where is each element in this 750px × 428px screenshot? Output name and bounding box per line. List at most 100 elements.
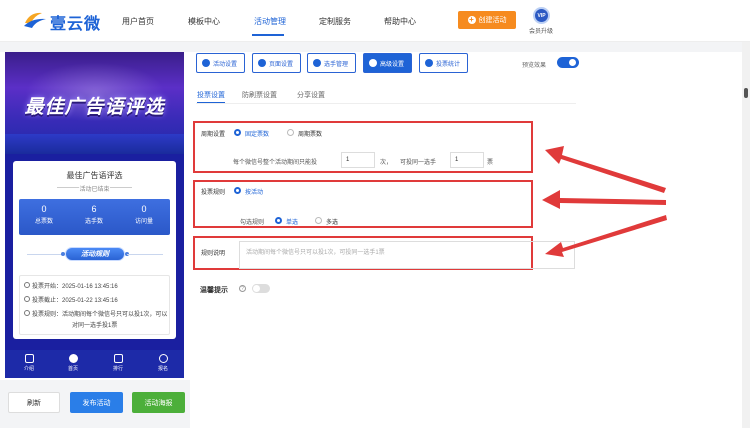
tab-signup[interactable]: 报名 — [148, 354, 178, 372]
period-unit-2: 票 — [487, 160, 494, 166]
info-end: 投票截止：2025-01-22 13:45:16 — [24, 295, 118, 304]
home-icon — [68, 354, 78, 363]
nav-activity-management[interactable]: 活动管理 — [254, 16, 286, 27]
tab-label: 排行 — [112, 366, 123, 372]
tool-label: 活动设置 — [213, 61, 238, 68]
tool-label: 高级设置 — [380, 61, 405, 68]
help-icon[interactable]: ? — [239, 285, 246, 292]
tab-home[interactable]: 首页 — [58, 354, 88, 372]
tips-label: 温馨提示 — [200, 287, 228, 294]
fixed-votes-label[interactable]: 固定票数 — [245, 129, 269, 138]
tool-label: 投票统计 — [436, 61, 461, 68]
tab-label: 介绍 — [23, 366, 34, 372]
toggle-knob — [253, 285, 260, 292]
info-rule-cont: 对同一选手投1票 — [72, 320, 117, 329]
multi-choice-label[interactable]: 多选 — [326, 217, 338, 226]
nav-templates[interactable]: 模板中心 — [188, 16, 220, 27]
activity-info-box: 投票开始：2025-01-16 13:45:16 投票截止：2025-01-22… — [19, 275, 170, 335]
status-line-right — [110, 187, 132, 188]
create-activity-label: 创建活动 — [478, 17, 507, 24]
arrow-icon — [545, 146, 666, 193]
stat-value: 6 — [91, 204, 97, 214]
tab-ranking[interactable]: 排行 — [103, 354, 133, 372]
stat-contestants: 6 选手数 — [69, 204, 119, 225]
choice-rule-label: 勾选规则 — [240, 220, 265, 226]
radio-periodic-votes[interactable] — [287, 129, 294, 136]
period-text-1: 每个微信号整个活动期间只能投 — [233, 160, 318, 166]
users-icon — [313, 59, 321, 67]
bar-chart-icon — [425, 59, 433, 67]
by-activity-label[interactable]: 按活动 — [245, 187, 263, 196]
tab-anti-fraud-settings[interactable]: 防刷票设置 — [242, 90, 277, 100]
period-unit-1: 次， — [380, 160, 393, 166]
tab-intro[interactable]: 介绍 — [14, 354, 44, 372]
activity-settings-button[interactable]: 活动设置 — [196, 53, 245, 73]
single-choice-label[interactable]: 单选 — [286, 217, 298, 226]
nav-help-center[interactable]: 帮助中心 — [384, 16, 416, 27]
nav-active-indicator — [252, 34, 284, 36]
periodic-votes-label[interactable]: 周期票数 — [298, 129, 322, 138]
advanced-settings-button[interactable]: 高级设置 — [363, 53, 412, 73]
banner-title: 最佳广告语评选 — [24, 97, 165, 118]
info-rule: 投票规则：活动期间每个微信号只可以投1次，可以 — [24, 309, 167, 318]
radio-by-activity[interactable] — [234, 187, 241, 194]
tab-share-settings[interactable]: 分享设置 — [297, 90, 325, 100]
scrollbar-thumb[interactable] — [744, 88, 748, 98]
activity-status: 活动已结束 — [79, 187, 110, 193]
stat-label: 访问量 — [134, 219, 153, 225]
stat-total-votes: 0 总票数 — [19, 204, 69, 225]
logo-icon — [24, 12, 46, 28]
page-scrollbar[interactable] — [742, 42, 750, 428]
period-label: 周期设置 — [201, 132, 226, 138]
preview-effect-label: 预览效果 — [522, 63, 547, 69]
tool-label: 选手管理 — [324, 61, 349, 68]
subtab-divider — [196, 103, 576, 104]
period-text-2: 可投同一选手 — [400, 160, 437, 166]
stat-value: 0 — [41, 204, 47, 214]
same-contestant-count-input[interactable]: 1 — [450, 152, 484, 168]
document-icon — [24, 354, 34, 363]
mobile-preview: 最佳广告语评选 最佳广告语评选 活动已结束 0 总票数 6 选手数 0 访问量 … — [5, 52, 184, 378]
radio-fixed-votes[interactable] — [234, 129, 241, 136]
vote-statistics-button[interactable]: 投票统计 — [419, 53, 468, 73]
logo-text[interactable]: 壹云微 — [50, 10, 101, 34]
subtab-active-indicator — [197, 102, 225, 103]
activity-card: 最佳广告语评选 活动已结束 0 总票数 6 选手数 0 访问量 活动规则 投票开… — [13, 161, 176, 339]
ranking-icon — [113, 354, 123, 363]
tool-label: 页面设置 — [269, 61, 294, 68]
radio-single-choice[interactable] — [275, 217, 282, 224]
arrow-icon — [542, 190, 666, 209]
page-settings-button[interactable]: 页面设置 — [252, 53, 301, 73]
gear-icon — [369, 59, 377, 67]
vip-upgrade-label[interactable]: 会员升级 — [529, 26, 553, 35]
create-activity-button[interactable]: + 创建活动 — [458, 11, 516, 29]
card-title: 最佳广告语评选 — [66, 171, 123, 180]
stat-visits: 0 访问量 — [119, 204, 169, 225]
stat-label: 选手数 — [84, 219, 103, 225]
rule-description-textarea[interactable]: 活动期间每个微信号只可以投1次，可投同一选手1票 — [239, 241, 575, 269]
stat-value: 0 — [141, 204, 147, 214]
activity-poster-button[interactable]: 活动海报 — [132, 392, 185, 413]
stats-panel: 0 总票数 6 选手数 0 访问量 — [19, 199, 170, 235]
page-background — [0, 42, 750, 52]
banner-stage — [5, 134, 184, 154]
activity-rules-button[interactable]: 活动规则 — [65, 247, 125, 261]
refresh-button[interactable]: 刷新 — [8, 392, 60, 413]
rule-divider-right — [127, 254, 163, 255]
nav-home[interactable]: 用户首页 — [122, 16, 154, 27]
publish-activity-button[interactable]: 发布活动 — [70, 392, 123, 413]
clock-icon — [24, 296, 30, 302]
settings-icon — [202, 59, 210, 67]
clock-icon — [24, 282, 30, 288]
vote-count-input[interactable]: 1 — [341, 152, 375, 168]
rule-divider-left — [27, 254, 63, 255]
start-time: 投票开始：2025-01-16 13:45:16 — [32, 284, 118, 290]
tab-vote-settings[interactable]: 投票设置 — [197, 90, 225, 100]
nav-custom-service[interactable]: 定制服务 — [319, 16, 351, 27]
tab-label: 首页 — [67, 366, 78, 372]
radio-multi-choice[interactable] — [315, 217, 322, 224]
info-start: 投票开始：2025-01-16 13:45:16 — [24, 281, 118, 290]
vip-icon[interactable]: VIP — [533, 7, 550, 24]
rule-desc-label: 规则说明 — [201, 251, 226, 257]
contestant-management-button[interactable]: 选手管理 — [307, 53, 356, 73]
